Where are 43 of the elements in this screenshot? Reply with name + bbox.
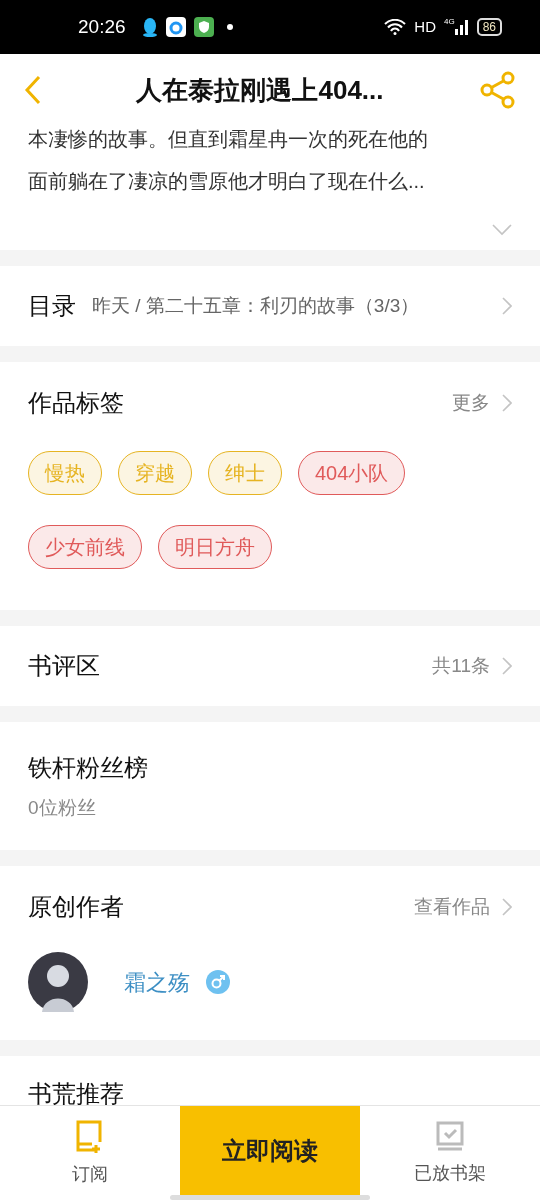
- section-title: 铁杆粉丝榜: [28, 752, 149, 783]
- subscribe-button[interactable]: 订阅: [0, 1106, 180, 1200]
- expand-icon[interactable]: [492, 224, 512, 236]
- bookshelf-button[interactable]: 已放书架: [360, 1106, 540, 1200]
- male-icon: [206, 970, 230, 994]
- back-icon[interactable]: [24, 75, 42, 105]
- section-title: 原创作者: [28, 892, 125, 922]
- latest-chapter: 昨天 / 第二十五章：利刃的故事（3/3）: [92, 293, 421, 318]
- review-count: 共11条: [432, 653, 490, 678]
- chevron-right-icon: [502, 297, 512, 315]
- home-indicator[interactable]: [170, 1195, 370, 1200]
- book-title: 人在泰拉刚遇上404...: [135, 73, 385, 107]
- avatar[interactable]: [28, 952, 88, 1012]
- share-icon[interactable]: [478, 71, 516, 109]
- clock: 20:26: [78, 14, 126, 39]
- catalog-row[interactable]: 目录 昨天 / 第二十五章：利刃的故事（3/3）: [0, 266, 540, 346]
- wifi-icon: [384, 19, 407, 35]
- chevron-right-icon: [502, 394, 512, 412]
- synopsis-text: 本凄惨的故事。但直到霜星冉一次的死在他的: [28, 127, 429, 152]
- tag-chip[interactable]: 明日方舟: [158, 525, 272, 569]
- fan-count: 0位粉丝: [28, 795, 97, 820]
- battery-indicator: 86: [476, 18, 502, 36]
- browser-app-icon: [165, 17, 186, 37]
- more-link[interactable]: 更多: [452, 388, 490, 418]
- section-title: 作品标签: [28, 388, 125, 418]
- author-name[interactable]: 霜之殇: [124, 965, 190, 999]
- shelf-check-icon: [434, 1119, 466, 1152]
- tag-chip[interactable]: 少女前线: [28, 525, 142, 569]
- synopsis-text: 面前躺在了凄凉的雪原他才明白了现在什么...: [28, 169, 426, 194]
- section-title: 书荒推荐: [28, 1079, 125, 1105]
- tag-chip[interactable]: 404小队: [298, 451, 406, 495]
- section-title: 书评区: [28, 651, 101, 681]
- read-now-button[interactable]: 立即阅读: [180, 1106, 360, 1195]
- reviews-row[interactable]: 书评区 共11条: [0, 626, 540, 706]
- shield-app-icon: [193, 17, 214, 37]
- network-type-label: 4G: [443, 16, 455, 28]
- network-label: HD: [414, 16, 436, 37]
- chevron-right-icon: [502, 898, 512, 916]
- view-works-link[interactable]: 查看作品: [414, 892, 490, 922]
- catalog-label: 目录: [28, 291, 76, 321]
- dot-icon: [225, 23, 234, 31]
- signal-icon: [454, 19, 469, 35]
- chevron-right-icon: [502, 657, 512, 675]
